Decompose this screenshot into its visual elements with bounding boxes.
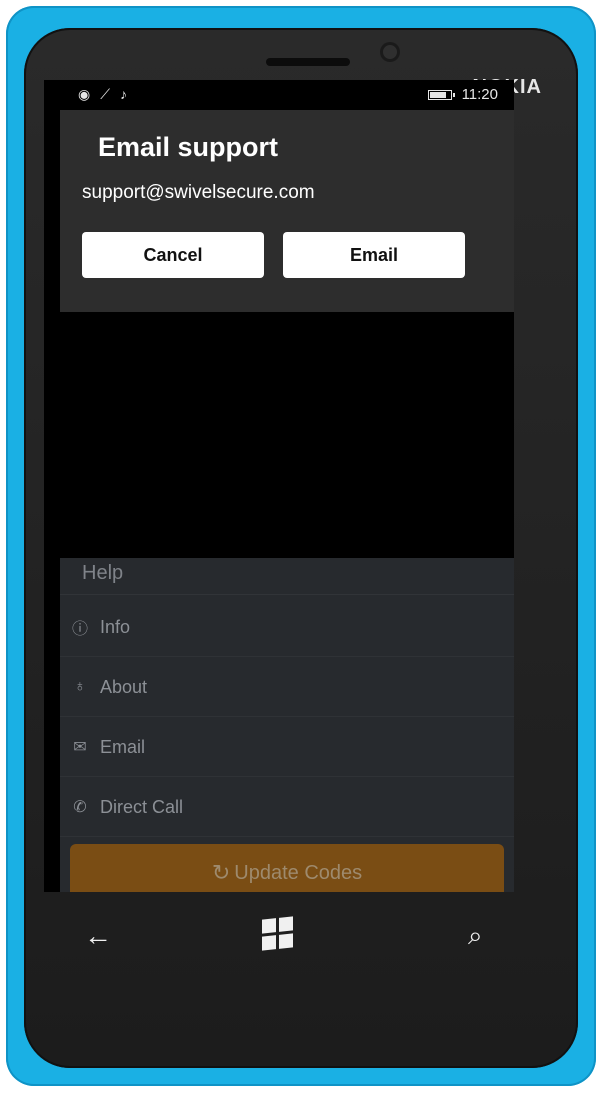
earpiece — [266, 58, 350, 66]
menu-item-direct-call[interactable]: ✆ Direct Call — [60, 778, 514, 837]
menu-item-email[interactable]: ✉ Email — [60, 718, 514, 777]
update-codes-label: Update Codes — [234, 861, 363, 884]
screen: ◉ ⟋ ♪ 11:20 Email support support@swivel… — [44, 80, 514, 892]
search-icon[interactable]: ⌕ — [468, 920, 483, 952]
back-arrow-icon[interactable]: ← — [84, 920, 112, 952]
email-support-dialog: Email support support@swivelsecure.com C… — [60, 110, 514, 312]
update-codes-button[interactable]: ↻ Update Codes — [70, 844, 504, 892]
help-menu: Help ⓘ Info ♁ About ✉ Email ✆ Direct Cal… — [60, 558, 514, 892]
battery-fill — [429, 91, 446, 98]
envelope-icon: ✉ — [73, 739, 87, 756]
battery-icon — [427, 89, 455, 100]
status-bar: ◉ ⟋ ♪ 11:20 — [44, 80, 514, 108]
phone-icon: ✆ — [73, 799, 87, 816]
wifi-icon: ◉ — [78, 86, 91, 102]
menu-item-info[interactable]: ⓘ Info — [60, 598, 514, 657]
divider — [60, 594, 514, 595]
status-time: 11:20 — [461, 86, 498, 103]
menu-header: Help — [82, 562, 124, 584]
cancel-button[interactable]: Cancel — [82, 232, 264, 278]
menu-item-about[interactable]: ♁ About — [60, 658, 514, 717]
info-icon: ⓘ — [71, 621, 88, 638]
quiet-hours-icon: ♪ — [120, 86, 128, 102]
menu-item-label: About — [100, 676, 148, 697]
menu-item-label: Email — [100, 736, 146, 757]
signal-icon: ⟋ — [100, 86, 111, 102]
menu-item-label: Info — [100, 616, 131, 637]
windows-icon[interactable] — [262, 916, 293, 951]
status-icons: ◉ ⟋ ♪ — [78, 86, 127, 103]
dialog-title: Email support — [98, 132, 279, 162]
menu-item-label: Direct Call — [100, 796, 184, 817]
refresh-icon: ↻ — [211, 860, 231, 885]
dialog-email-address: support@swivelsecure.com — [82, 182, 315, 203]
lightbulb-icon: ♁ — [74, 678, 86, 695]
camera — [380, 42, 400, 62]
nav-bar: ← ⌕ — [44, 892, 514, 982]
email-button[interactable]: Email — [283, 232, 465, 278]
status-right: 11:20 — [427, 86, 498, 103]
